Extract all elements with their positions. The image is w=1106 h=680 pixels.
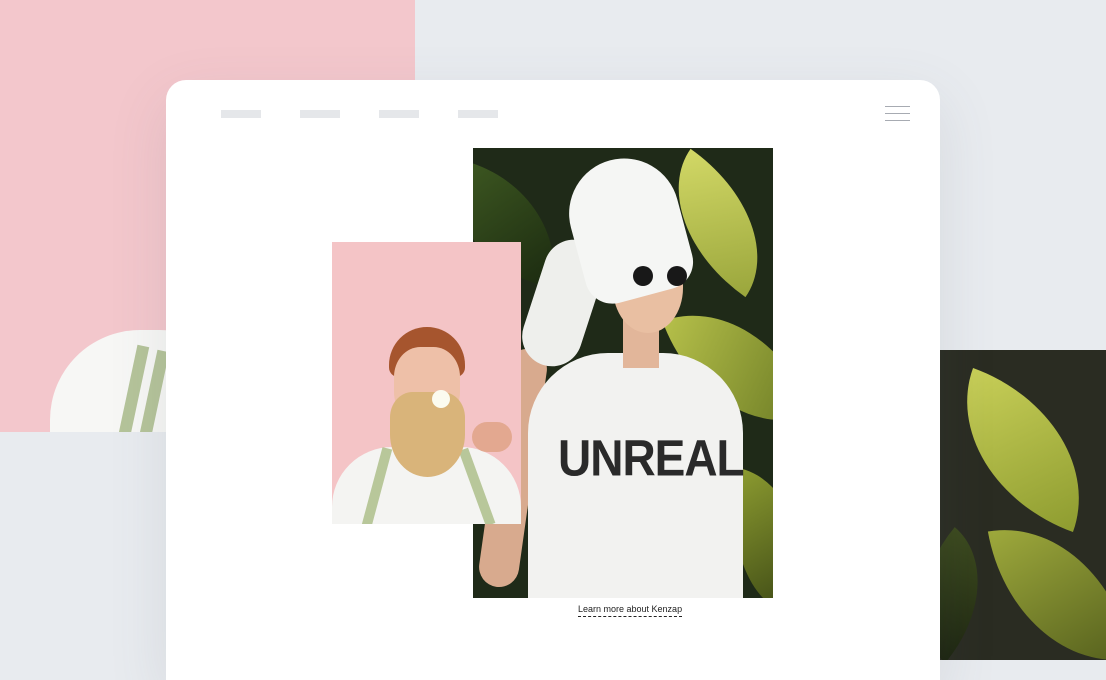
beard-shape xyxy=(390,392,465,477)
learn-more-link[interactable]: Learn more about Kenzap xyxy=(578,604,683,617)
photo-bearded-man xyxy=(332,242,521,524)
top-nav xyxy=(221,110,498,118)
browser-window-card: UNREAL Learn more about Kenzap xyxy=(166,80,940,680)
dandelion-shape xyxy=(432,390,450,408)
nav-item-2[interactable] xyxy=(300,110,340,118)
background-leaves-photo xyxy=(940,350,1106,660)
hamburger-icon[interactable] xyxy=(885,106,910,122)
hand-shape xyxy=(472,422,512,452)
leaf-shape xyxy=(940,367,1106,533)
nav-item-3[interactable] xyxy=(379,110,419,118)
shirt-print-text: UNREAL xyxy=(558,429,745,487)
leaf-shape xyxy=(987,510,1106,660)
sunglasses-shape xyxy=(633,266,693,286)
nav-item-1[interactable] xyxy=(221,110,261,118)
nav-item-4[interactable] xyxy=(458,110,498,118)
